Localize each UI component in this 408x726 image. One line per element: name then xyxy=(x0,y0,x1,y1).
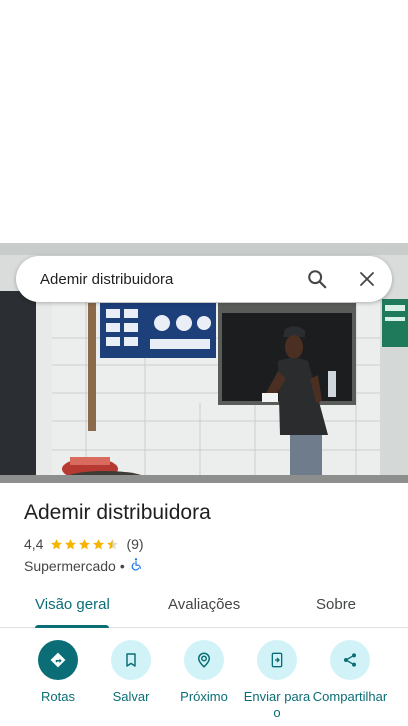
directions-button[interactable]: Rotas xyxy=(20,640,96,705)
close-icon[interactable] xyxy=(342,256,392,302)
share-button[interactable]: Compartilhar xyxy=(312,640,388,705)
search-bar[interactable]: Ademir distribuidora xyxy=(16,256,392,302)
active-tab-indicator xyxy=(35,625,109,628)
star-half-icon xyxy=(107,538,119,549)
nearby-label: Próximo xyxy=(180,689,228,704)
share-label: Compartilhar xyxy=(312,689,388,704)
review-count[interactable]: (9) xyxy=(126,536,143,552)
wheelchair-accessible-icon xyxy=(129,557,143,574)
rating-row[interactable]: 4,4 (9) xyxy=(24,536,144,552)
search-query[interactable]: Ademir distribuidora xyxy=(40,271,292,288)
star-icon xyxy=(65,538,77,549)
nearby-icon xyxy=(184,640,224,680)
place-category: Supermercado xyxy=(24,557,116,574)
tab-about[interactable]: Sobre xyxy=(316,596,356,613)
search-icon[interactable] xyxy=(292,256,342,302)
place-name: Ademir distribuidora xyxy=(24,501,211,524)
place-tabs: Visão geral Avaliações Sobre xyxy=(0,590,408,628)
send-to-phone-button[interactable]: Enviar para o xyxy=(239,640,315,721)
star-icon xyxy=(93,538,105,549)
directions-label: Rotas xyxy=(41,689,75,704)
category-row: Supermercado • xyxy=(24,557,143,574)
rating-value: 4,4 xyxy=(24,536,44,552)
rating-stars xyxy=(50,538,120,551)
save-button[interactable]: Salvar xyxy=(93,640,169,705)
separator: • xyxy=(119,557,125,574)
tab-overview[interactable]: Visão geral xyxy=(35,596,110,613)
tab-reviews[interactable]: Avaliações xyxy=(168,596,240,613)
save-label: Salvar xyxy=(112,689,150,704)
nearby-button[interactable]: Próximo xyxy=(166,640,242,705)
star-icon xyxy=(79,538,91,549)
action-buttons: Rotas Salvar Próximo Enviar para o Compa… xyxy=(0,640,408,726)
send-to-phone-icon xyxy=(257,640,297,680)
bookmark-icon xyxy=(111,640,151,680)
share-icon xyxy=(330,640,370,680)
map-area[interactable] xyxy=(0,0,408,243)
directions-icon xyxy=(38,640,78,680)
star-icon xyxy=(51,538,63,549)
send-to-phone-label: Enviar para o xyxy=(243,689,311,720)
